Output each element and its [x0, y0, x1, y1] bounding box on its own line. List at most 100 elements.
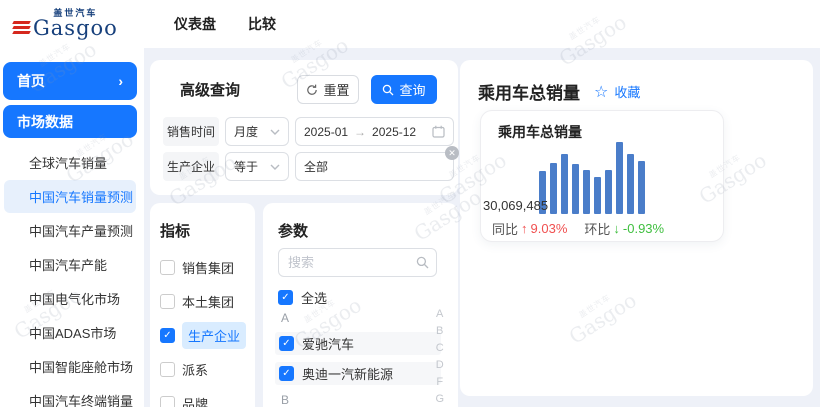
- tab-compare[interactable]: 比较: [248, 14, 276, 34]
- logo-stripes-icon: [13, 21, 30, 34]
- sidebar-item[interactable]: 中国汽车产量预测: [4, 214, 136, 247]
- date-range-input[interactable]: 2025-01 → 2025-12: [295, 117, 454, 146]
- checkbox[interactable]: ✓: [160, 260, 175, 275]
- reset-button[interactable]: 重置: [297, 75, 359, 104]
- checkbox[interactable]: ✓: [279, 336, 294, 351]
- sidebar-item-label: 中国电气化市场: [29, 289, 120, 308]
- bar-chart: [539, 142, 645, 214]
- indicator-label: 本土集团: [182, 292, 234, 311]
- parameters-list: A ✓ 爱驰汽车 ✓ 奥迪一汽新能源 B: [275, 303, 441, 407]
- date-range-arrow-icon: →: [354, 125, 366, 139]
- rail-letter[interactable]: F: [436, 377, 443, 388]
- indicator-row[interactable]: ✓ 本土集团: [160, 289, 253, 313]
- parameter-row[interactable]: ✓ 奥迪一汽新能源: [275, 362, 441, 385]
- indicator-label: 品牌: [182, 394, 208, 407]
- yoy-value: 9.03%: [531, 221, 568, 236]
- bar: [550, 163, 557, 214]
- query-label: 查询: [399, 80, 425, 99]
- parameter-label: 奥迪一汽新能源: [302, 364, 393, 383]
- sidebar-item[interactable]: 全球汽车销量: [4, 146, 136, 179]
- period-select[interactable]: 月度: [225, 117, 289, 146]
- gasgoo-logo: 盖世汽车 Gasgoo: [13, 9, 118, 39]
- total-value: 30,069,485: [483, 198, 548, 213]
- bar: [594, 177, 601, 214]
- sidebar-item[interactable]: 中国汽车终端销量: [4, 384, 136, 407]
- clear-icon[interactable]: ✕: [445, 146, 459, 160]
- rail-letter[interactable]: D: [436, 360, 444, 371]
- chevron-down-icon: [270, 164, 280, 170]
- sidebar-item-label: 中国汽车产能: [29, 255, 107, 274]
- advanced-query-title: 高级查询: [180, 79, 240, 100]
- manufacturer-value-input[interactable]: 全部 ✕: [295, 152, 454, 181]
- checkbox[interactable]: ✓: [279, 366, 294, 381]
- date-start-value: 2025-01: [304, 125, 348, 139]
- market-data-button[interactable]: 市场数据: [3, 105, 137, 138]
- checkbox[interactable]: ✓: [160, 328, 175, 343]
- market-data-label: 市场数据: [17, 112, 73, 132]
- indicator-row[interactable]: ✓ 派系: [160, 357, 253, 381]
- search-input[interactable]: [278, 248, 437, 277]
- field-label-sales-time: 销售时间: [163, 117, 219, 146]
- mom-value: -0.93%: [623, 221, 664, 236]
- operator-select[interactable]: 等于: [225, 152, 289, 181]
- bar: [638, 161, 645, 214]
- sidebar-item[interactable]: 中国ADAS市场: [4, 316, 136, 349]
- checkbox[interactable]: ✓: [160, 362, 175, 377]
- bar: [616, 142, 623, 214]
- query-rows: 销售时间 月度 2025-01 → 2025-12 生产企业 等于: [163, 117, 454, 187]
- field-label-manufacturer: 生产企业: [163, 152, 219, 181]
- bar: [605, 170, 612, 214]
- rail-letter[interactable]: B: [436, 326, 443, 337]
- query-row-sales-time: 销售时间 月度 2025-01 → 2025-12: [163, 117, 454, 146]
- indicator-row[interactable]: ✓生产企业: [160, 323, 253, 347]
- report-header: 乘用车总销量 ☆ 收藏: [478, 79, 640, 104]
- indicator-label: 派系: [182, 360, 208, 379]
- star-icon[interactable]: ☆: [594, 82, 608, 102]
- sidebar-item-label: 中国智能座舱市场: [29, 357, 133, 376]
- arrow-up-icon: ↑: [521, 221, 528, 236]
- sidebar-item[interactable]: 中国汽车产能: [4, 248, 136, 281]
- trend-row: 同比 ↑ 9.03% 环比 ↓ -0.93%: [492, 219, 664, 238]
- indicators-title: 指标: [160, 220, 190, 241]
- sidebar-item[interactable]: 中国智能座舱市场: [4, 350, 136, 383]
- tab-dashboard[interactable]: 仪表盘: [174, 14, 216, 34]
- period-select-value: 月度: [234, 123, 258, 140]
- indicator-row[interactable]: ✓销售集团: [160, 255, 253, 279]
- parameters-title: 参数: [278, 220, 308, 241]
- rail-letter[interactable]: A: [436, 309, 443, 320]
- home-button[interactable]: 首页 ›: [3, 62, 137, 100]
- manufacturer-value: 全部: [304, 158, 328, 175]
- app-root: 仪表盘 比较 盖世汽车 Gasgoo 首页 › 市场数据 全球汽车销量中国汽车销…: [0, 0, 820, 407]
- query-button[interactable]: 查询: [371, 75, 437, 104]
- refresh-icon: [306, 84, 318, 96]
- advanced-query-panel: 高级查询 重置 查询 销售时间 月度 2025-01 → 2025-12: [150, 60, 458, 195]
- rail-letter[interactable]: C: [436, 343, 444, 354]
- chart-card[interactable]: 乘用车总销量 30,069,485 同比 ↑ 9.03% 环比 ↓ -0.93%: [480, 110, 724, 242]
- calendar-icon: [432, 125, 445, 138]
- letter-header: B: [281, 393, 441, 407]
- parameter-label: 爱驰汽车: [302, 334, 354, 353]
- bar: [627, 154, 634, 214]
- letter-header: A: [281, 311, 441, 325]
- indicator-row[interactable]: ✓ 品牌: [160, 391, 253, 407]
- alphabet-rail: ABCDFG: [435, 309, 444, 405]
- query-row-manufacturer: 生产企业 等于 全部 ✕: [163, 152, 454, 181]
- sidebar-item[interactable]: 中国电气化市场: [4, 282, 136, 315]
- favorite-link[interactable]: 收藏: [614, 82, 640, 101]
- indicators-list: ✓销售集团✓本土集团✓生产企业✓派系✓品牌: [160, 255, 253, 407]
- arrow-down-icon: ↓: [613, 221, 620, 236]
- sidebar: 盖世汽车 Gasgoo 首页 › 市场数据 全球汽车销量中国汽车销量预测中国汽车…: [0, 0, 144, 407]
- chevron-down-icon: [270, 129, 280, 135]
- parameters-panel: 参数 ✓ 全选 A✓爱驰汽车✓奥迪一汽新能源B ABCDFG: [263, 203, 458, 407]
- date-end-value: 2025-12: [372, 125, 416, 139]
- search-icon: [382, 84, 394, 96]
- checkbox[interactable]: ✓: [160, 396, 175, 407]
- sidebar-item-label: 中国汽车终端销量: [29, 391, 133, 407]
- parameter-row[interactable]: ✓ 爱驰汽车: [275, 332, 441, 355]
- bar: [572, 164, 579, 214]
- rail-letter[interactable]: G: [435, 394, 444, 405]
- search-icon: [416, 256, 429, 269]
- operator-select-value: 等于: [234, 158, 258, 175]
- checkbox[interactable]: ✓: [160, 294, 175, 309]
- sidebar-item[interactable]: 中国汽车销量预测: [4, 180, 136, 213]
